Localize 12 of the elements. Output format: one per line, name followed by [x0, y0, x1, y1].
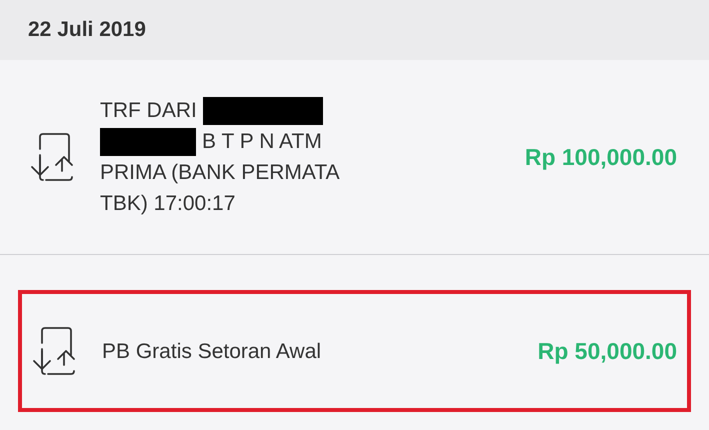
transaction-description: PB Gratis Setoran Awal	[102, 338, 322, 364]
transfer-icon	[28, 131, 76, 183]
transaction-description: B T P N ATM	[202, 129, 322, 155]
highlight-frame[interactable]: PB Gratis Setoran Awal Rp 50,000.00	[18, 290, 691, 412]
transfer-icon	[30, 325, 78, 377]
transaction-amount: Rp 50,000.00	[538, 338, 677, 364]
transaction-description: PRIMA (BANK PERMATA	[100, 160, 340, 186]
transaction-row[interactable]: TRF DARI B T P N ATM PRIMA (BANK PERMATA TBK) 17:00:17 Rp 100,000.00	[0, 60, 709, 255]
transaction-description: TRF DARI	[100, 98, 197, 124]
transaction-description: TBK) 17:00:17	[100, 191, 236, 217]
date-label: 22 Juli 2019	[28, 18, 146, 42]
transaction-amount: Rp 100,000.00	[524, 144, 677, 170]
